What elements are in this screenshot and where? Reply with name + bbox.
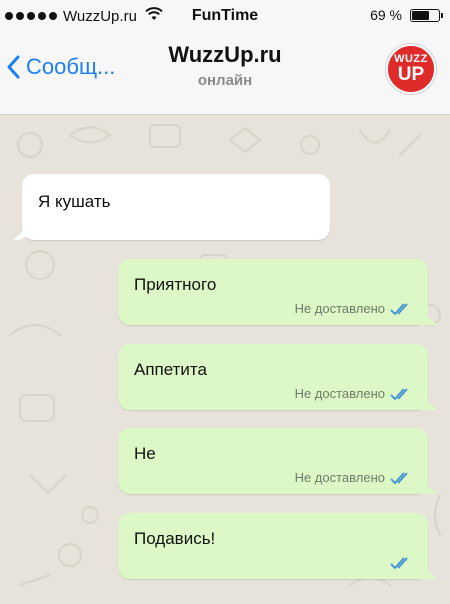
message-meta (385, 556, 412, 570)
message-outgoing[interactable]: Не Не доставлено (118, 428, 428, 494)
chat-area[interactable]: Я кушать Приятного Не доставлено Аппетит… (0, 115, 450, 604)
avatar-logo-line2: UP (397, 64, 425, 85)
contact-status: онлайн (197, 72, 253, 89)
message-text: Аппетита (134, 360, 207, 379)
battery-fill (412, 10, 430, 20)
battery-status: 69 % (370, 7, 443, 23)
message-outgoing[interactable]: Подавись! (118, 513, 428, 579)
message-status: Не доставлено (294, 301, 385, 316)
message-text: Подавись! (134, 529, 216, 548)
chat-header: Сообщ... WuzzUp.ru онлайн WUZZ UP (0, 34, 450, 115)
message-meta: Не доставлено (295, 470, 412, 485)
battery-icon (410, 8, 443, 22)
message-outgoing[interactable]: Аппетита Не доставлено (118, 344, 428, 410)
message-outgoing[interactable]: Приятного Не доставлено (118, 259, 428, 325)
message-meta: Не доставлено (295, 301, 412, 316)
status-bar: WuzzUp.ru FunTime 69 % (0, 0, 450, 34)
double-check-icon (390, 387, 408, 400)
message-text: Я кушать (38, 192, 111, 211)
message-status: Не доставлено (294, 470, 385, 485)
battery-percent: 69 % (370, 7, 402, 23)
message-text: Не (134, 444, 156, 463)
contact-name: WuzzUp.ru (168, 42, 282, 67)
contact-info[interactable]: WuzzUp.ru онлайн (0, 42, 450, 89)
message-text: Приятного (134, 275, 217, 294)
avatar[interactable]: WUZZ UP (386, 44, 436, 94)
message-meta: Не доставлено (295, 386, 412, 401)
double-check-icon (390, 557, 408, 570)
double-check-icon (390, 302, 408, 315)
message-status: Не доставлено (294, 386, 385, 401)
message-incoming[interactable]: Я кушать (22, 174, 330, 240)
double-check-icon (390, 471, 408, 484)
